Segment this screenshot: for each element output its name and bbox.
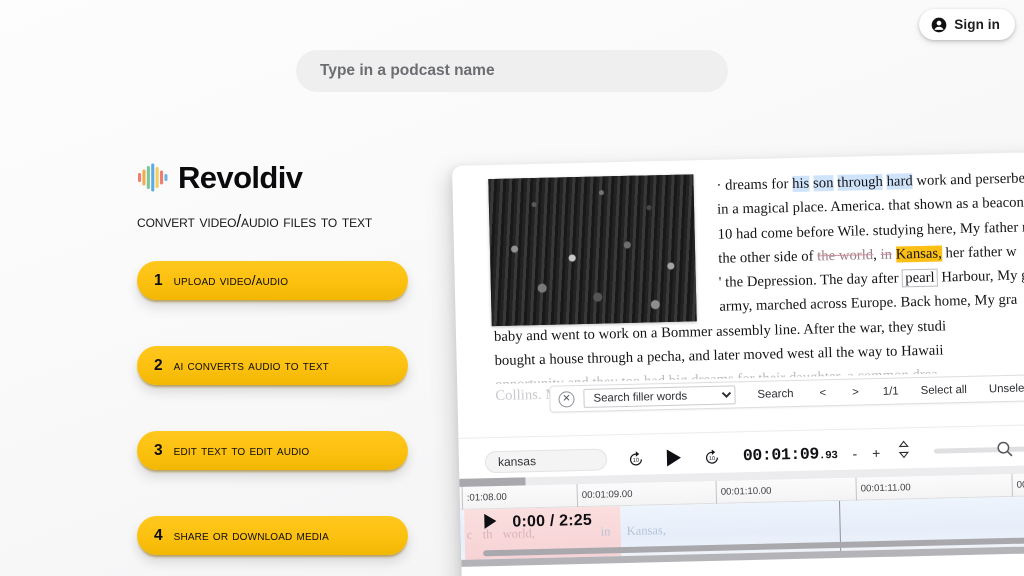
stepper-updown-icon[interactable]: [898, 439, 911, 464]
step-button-3[interactable]: 3 Edit text to edit audio: [137, 431, 408, 470]
step-button-2[interactable]: 2 AI converts audio to text: [137, 346, 408, 385]
next-match-button[interactable]: >: [852, 386, 859, 398]
transcript-span: army, marched across Europe. Back home, …: [719, 292, 1018, 316]
ruler-tick: 00:01:10.00: [715, 479, 772, 505]
svg-text:10: 10: [709, 456, 715, 462]
mini-player-time: 0:00 / 2:25: [512, 511, 593, 531]
transcript-hl-blue[interactable]: son: [812, 175, 834, 192]
select-all-button[interactable]: Select all: [921, 383, 968, 396]
brand: Revoldiv: [137, 155, 447, 199]
step-button-1[interactable]: 1 Upload video/audio: [137, 261, 408, 300]
play-icon[interactable]: [482, 512, 499, 535]
step-label: AI converts audio to text: [173, 357, 329, 374]
transcript-strike[interactable]: in: [880, 247, 892, 263]
brand-name: Revoldiv: [178, 159, 303, 195]
timecode-main: 00:01:09: [742, 444, 820, 466]
transcript-hl-blue[interactable]: his: [791, 175, 810, 192]
step-button-4[interactable]: 4 Share or download media: [137, 516, 408, 555]
transcript-boxed[interactable]: pearl: [902, 268, 938, 288]
ruler-tick: 00:01:09.00: [576, 482, 633, 509]
lane-word[interactable]: Kansas,: [626, 523, 666, 539]
match-counter: 1/1: [882, 385, 899, 398]
transcript-span: in a magical place. America. that shown …: [716, 194, 1024, 219]
ruler-tick: :01:08.00: [461, 485, 508, 511]
video-thumbnail: [488, 174, 697, 327]
top-bar: Sign in: [0, 0, 1024, 105]
filler-words-select[interactable]: Search filler words: [583, 385, 736, 408]
transcript-search-chip[interactable]: kansas: [484, 447, 608, 473]
step-number: 4: [154, 526, 163, 544]
step-number: 2: [154, 356, 163, 374]
rewind-10-icon[interactable]: 10: [627, 449, 645, 467]
transcript-span: · dreams for: [716, 175, 793, 194]
prev-match-button[interactable]: <: [819, 387, 826, 399]
transcript-strike[interactable]: the world: [817, 247, 873, 264]
transcript-editor[interactable]: · dreams for his son through hard work a…: [452, 151, 1024, 404]
step-label: Share or download media: [173, 527, 329, 544]
tagline: Convert video/audio files to text: [137, 211, 373, 231]
forward-10-icon[interactable]: 10: [703, 447, 721, 465]
steps-list: 1 Upload video/audio 2 AI converts audio…: [137, 261, 447, 555]
transcript-span: her father w: [941, 243, 1017, 262]
ruler-tick: 00:01: [1011, 473, 1024, 498]
ruler-tick: 00:01:11.00: [855, 476, 911, 502]
hero-left-panel: Revoldiv Convert video/audio files to te…: [137, 155, 447, 576]
increase-button[interactable]: +: [872, 444, 881, 460]
transcript-hl-blue[interactable]: hard: [886, 173, 913, 190]
decrease-button[interactable]: -: [852, 445, 857, 461]
magnifier-icon[interactable]: [996, 440, 1014, 458]
waveform-logo-icon: [137, 161, 169, 193]
timecode-milliseconds: .93: [818, 449, 838, 463]
step-label: Edit text to edit audio: [173, 442, 310, 459]
step-label: Upload video/audio: [173, 272, 289, 289]
close-circle-icon[interactable]: ✕: [558, 390, 575, 408]
player-timecode: 00:01:09.93: [743, 444, 838, 465]
transcript-span: ' the Depression. The day after: [718, 270, 903, 291]
transcript-search-value: kansas: [497, 453, 537, 469]
transcript-hl-blue[interactable]: through: [836, 173, 884, 191]
search-button[interactable]: Search: [757, 388, 793, 401]
mini-player-overlay: 0:00 / 2:25: [468, 507, 608, 536]
transcript-span: Harbour, My gr: [941, 267, 1024, 286]
unselect-all-button[interactable]: Unselect all: [989, 382, 1024, 395]
app-preview-screenshot: · dreams for his son through hard work a…: [452, 150, 1024, 576]
svg-text:10: 10: [633, 457, 639, 463]
step-number: 3: [154, 441, 163, 459]
person-circle-icon: [931, 17, 947, 33]
sign-in-label: Sign in: [954, 17, 1000, 32]
transcript-span: work and perserbe: [912, 170, 1024, 190]
transcript-span: the other side of: [718, 248, 818, 267]
zoom-slider[interactable]: [934, 441, 1024, 457]
transcript-hl-amber[interactable]: Kansas,: [895, 245, 943, 263]
play-icon[interactable]: [665, 447, 683, 467]
podcast-search-input[interactable]: [296, 50, 728, 92]
transcript-span: 10 had come before Wile. studying here, …: [717, 219, 1024, 243]
step-number: 1: [154, 271, 163, 289]
sign-in-button[interactable]: Sign in: [919, 9, 1015, 40]
